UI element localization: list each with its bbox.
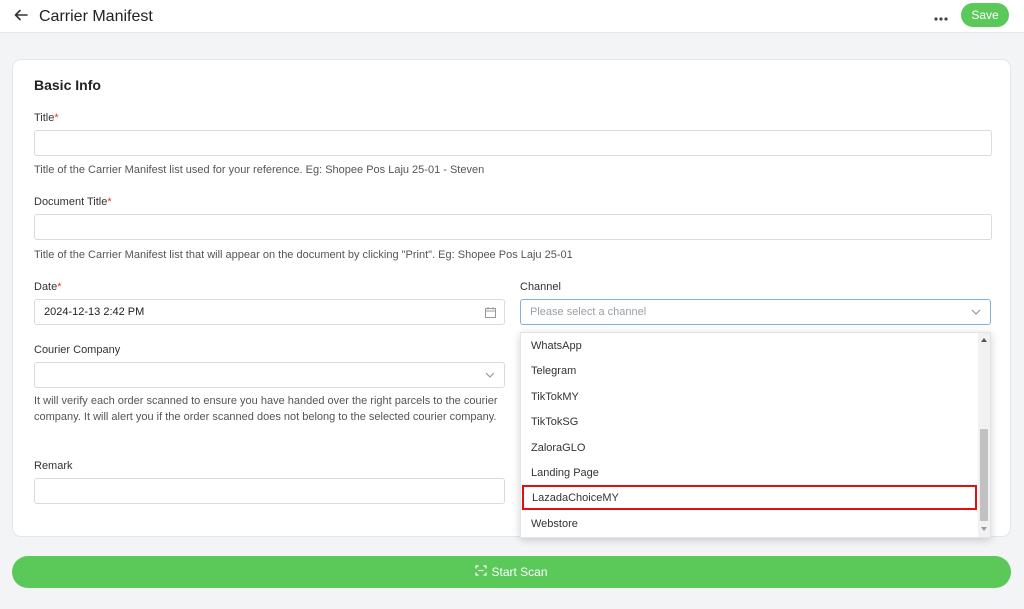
remark-label: Remark <box>34 460 73 472</box>
scroll-up-arrow-icon[interactable] <box>978 335 990 345</box>
document-title-help-text: Title of the Carrier Manifest list that … <box>34 249 573 261</box>
date-value: 2024-12-13 2:42 PM <box>44 306 145 318</box>
required-mark: * <box>107 196 112 208</box>
save-button[interactable]: Save <box>961 3 1009 27</box>
dropdown-scrollbar[interactable] <box>978 333 990 537</box>
required-mark: * <box>54 112 59 124</box>
channel-option-whatsapp[interactable]: WhatsApp <box>521 333 978 358</box>
courier-company-select[interactable] <box>34 362 505 388</box>
start-scan-button[interactable]: Start Scan <box>12 556 1011 588</box>
channel-label: Channel <box>520 281 561 293</box>
document-title-input[interactable] <box>34 214 992 240</box>
channel-option-webstore[interactable]: Webstore <box>521 511 978 536</box>
channel-option-tiktokmy[interactable]: TikTokMY <box>521 384 978 409</box>
channel-option-tiktoksg[interactable]: TikTokSG <box>521 409 978 434</box>
channel-option-lazadachoicemy[interactable]: LazadaChoiceMY <box>522 485 977 510</box>
date-input[interactable]: 2024-12-13 2:42 PM <box>34 299 505 325</box>
back-button[interactable] <box>10 6 32 28</box>
title-input[interactable] <box>34 130 992 156</box>
calendar-icon[interactable] <box>484 306 496 318</box>
scroll-down-arrow-icon[interactable] <box>978 524 990 534</box>
more-options-button[interactable] <box>931 9 951 25</box>
courier-help-text: It will verify each order scanned to ens… <box>34 395 498 423</box>
channel-placeholder: Please select a channel <box>530 306 647 318</box>
date-label: Date* <box>34 281 62 293</box>
required-mark: * <box>57 281 62 293</box>
channel-option-landing-page[interactable]: Landing Page <box>521 460 978 485</box>
scroll-thumb[interactable] <box>980 429 988 521</box>
scan-icon <box>475 565 488 579</box>
top-bar: Carrier Manifest Save <box>0 0 1024 33</box>
remark-input[interactable] <box>34 478 505 504</box>
chevron-down-icon <box>484 369 496 381</box>
chevron-down-icon <box>970 306 982 318</box>
page-title: Carrier Manifest <box>39 8 153 25</box>
channel-option-zaloraglo[interactable]: ZaloraGLO <box>521 435 978 460</box>
courier-company-label: Courier Company <box>34 344 121 356</box>
channel-option-telegram[interactable]: Telegram <box>521 358 978 383</box>
title-label: Title* <box>34 112 59 124</box>
channel-select[interactable]: Please select a channel <box>520 299 991 325</box>
arrow-left-icon <box>14 8 28 27</box>
title-help-text: Title of the Carrier Manifest list used … <box>34 164 485 176</box>
more-dots-icon <box>934 8 948 26</box>
document-title-label: Document Title* <box>34 196 112 208</box>
channel-dropdown-list: WhatsApp Telegram TikTokMY TikTokSG Zalo… <box>520 332 991 538</box>
start-scan-label: Start Scan <box>491 565 548 579</box>
section-title: Basic Info <box>34 77 101 93</box>
